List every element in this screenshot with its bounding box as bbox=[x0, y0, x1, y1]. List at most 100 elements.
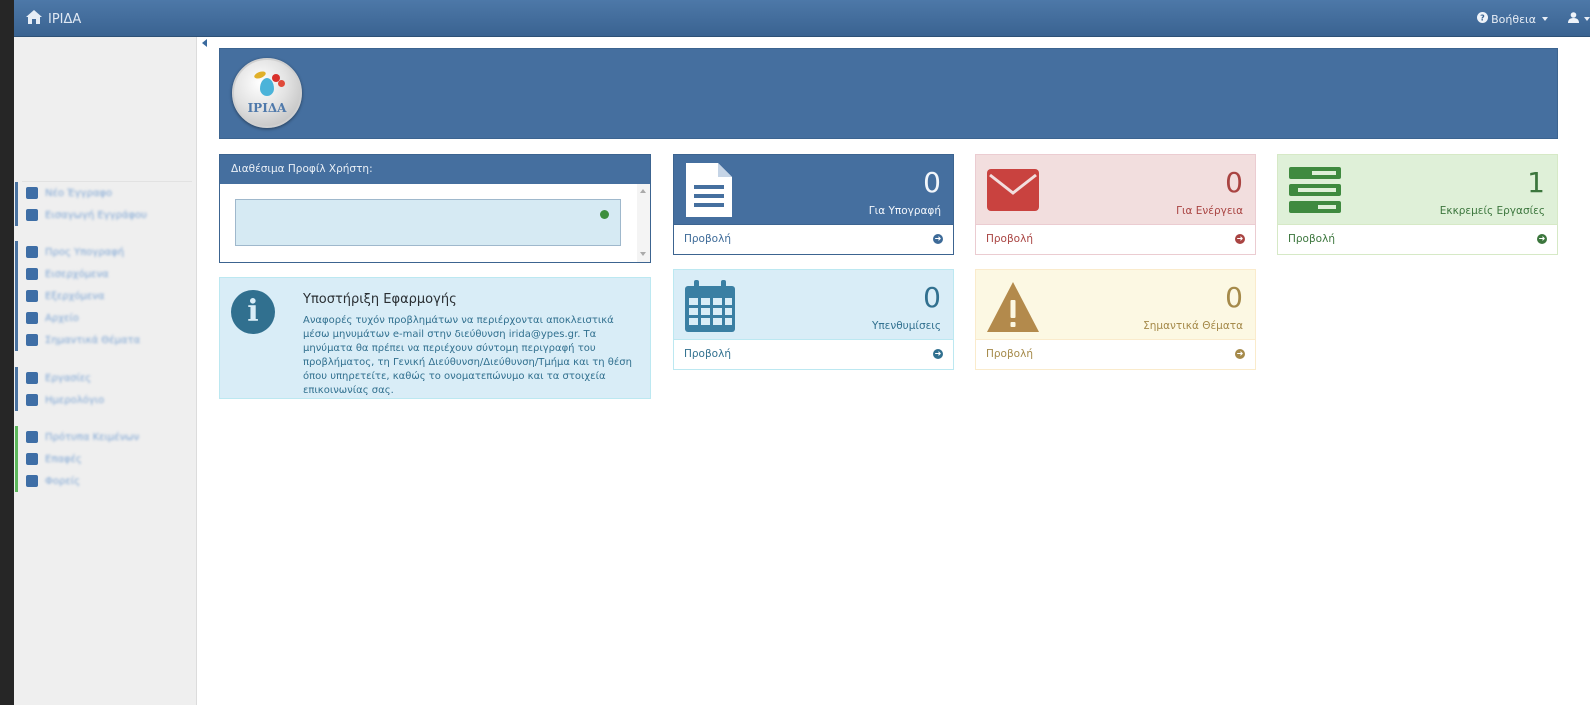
tile-count: 0 bbox=[923, 281, 941, 314]
sidebar-item-contacts[interactable]: Επαφές bbox=[14, 448, 194, 470]
contacts-icon bbox=[26, 453, 38, 465]
profile-option[interactable] bbox=[235, 199, 621, 246]
tile-for-action: 0 Για Ενέργεια Προβολή ➜ bbox=[975, 154, 1256, 255]
logo-text: ΙΡΙΔΑ bbox=[247, 101, 287, 115]
sidebar-item-label: Ημερολόγιο bbox=[45, 394, 105, 406]
envelope-icon bbox=[986, 163, 1042, 219]
active-status-icon bbox=[600, 210, 609, 219]
sidebar-item-label: Νέο Έγγραφο bbox=[45, 187, 113, 199]
sidebar-item-label: Φορείς bbox=[45, 475, 80, 487]
sidebar-item-import-document[interactable]: Εισαγωγή Εγγράφου bbox=[14, 204, 194, 226]
sidebar-item-label: Εισαγωγή Εγγράφου bbox=[45, 209, 147, 221]
header-banner: ΙΡΙΔΑ bbox=[219, 48, 1558, 139]
pencil-icon bbox=[26, 246, 38, 258]
arrow-circle-right-icon: ➜ bbox=[933, 234, 943, 244]
tile-view-link[interactable]: Προβολή ➜ bbox=[674, 339, 953, 369]
view-link-label: Προβολή bbox=[684, 233, 731, 245]
book-icon bbox=[26, 431, 38, 443]
panel-scrollbar[interactable] bbox=[637, 184, 650, 262]
sidebar-item-archive[interactable]: Αρχείο bbox=[14, 307, 194, 329]
arrow-circle-right-icon: ➜ bbox=[933, 349, 943, 359]
send-icon bbox=[26, 290, 38, 302]
tile-for-signature: 0 Για Υπογραφή Προβολή ➜ bbox=[673, 154, 954, 255]
svg-text:?: ? bbox=[1480, 14, 1485, 23]
logo-cherry-shape bbox=[278, 80, 285, 87]
tile-header: 0 Για Ενέργεια bbox=[976, 155, 1255, 226]
sidebar-item-label: Εισερχόμενα bbox=[45, 268, 109, 280]
tasks-icon bbox=[26, 372, 38, 384]
tile-header: 0 Σημαντικά Θέματα bbox=[976, 270, 1255, 341]
tile-header: 1 Εκκρεμείς Εργασίες bbox=[1278, 155, 1557, 226]
new-document-icon bbox=[26, 187, 38, 199]
info-icon: i bbox=[231, 290, 275, 334]
scroll-down-icon[interactable] bbox=[640, 252, 646, 256]
home-link[interactable]: ΙΡΙΔΑ bbox=[26, 10, 81, 28]
view-link-label: Προβολή bbox=[1288, 233, 1335, 245]
window-edge bbox=[0, 0, 14, 705]
sidebar-item-calendar[interactable]: Ημερολόγιο bbox=[14, 389, 194, 411]
calendar-icon bbox=[26, 394, 38, 406]
warning-icon bbox=[26, 334, 38, 346]
sidebar-group-resources: Πρότυπα Κειμένων Επαφές Φορείς bbox=[14, 426, 194, 492]
institution-icon bbox=[26, 475, 38, 487]
tile-reminders: 0 Υπενθυμίσεις Προβολή ➜ bbox=[673, 269, 954, 370]
arrow-circle-right-icon: ➜ bbox=[1537, 234, 1547, 244]
tile-header: 0 Για Υπογραφή bbox=[674, 155, 953, 226]
sidebar: Νέο Έγγραφο Εισαγωγή Εγγράφου Προς Υπογρ… bbox=[14, 37, 197, 705]
sidebar-collapse-icon[interactable] bbox=[202, 39, 207, 47]
sidebar-item-label: Πρότυπα Κειμένων bbox=[45, 431, 140, 443]
tile-view-link[interactable]: Προβολή ➜ bbox=[674, 224, 953, 254]
support-panel: i Υποστήριξη Εφαρμογής Αναφορές τυχόν πρ… bbox=[219, 277, 651, 399]
app-logo: ΙΡΙΔΑ bbox=[232, 58, 302, 128]
help-menu[interactable]: ? Βοήθεια bbox=[1477, 12, 1548, 26]
sidebar-item-label: Επαφές bbox=[45, 453, 82, 465]
sidebar-item-label: Εξερχόμενα bbox=[45, 290, 105, 302]
tile-label: Για Ενέργεια bbox=[1176, 205, 1243, 217]
help-label: Βοήθεια bbox=[1491, 12, 1536, 26]
sidebar-item-label: Εργασίες bbox=[45, 372, 92, 384]
tile-count: 0 bbox=[923, 166, 941, 199]
tile-pending-tasks: 1 Εκκρεμείς Εργασίες Προβολή ➜ bbox=[1277, 154, 1558, 255]
arrow-circle-right-icon: ➜ bbox=[1235, 234, 1245, 244]
scroll-up-icon[interactable] bbox=[640, 189, 646, 193]
tile-view-link[interactable]: Προβολή ➜ bbox=[976, 339, 1255, 369]
sidebar-item-templates[interactable]: Πρότυπα Κειμένων bbox=[14, 426, 194, 448]
view-link-label: Προβολή bbox=[986, 233, 1033, 245]
arrow-circle-right-icon: ➜ bbox=[1235, 349, 1245, 359]
support-text: Αναφορές τυχόν προβλημάτων να περιέρχοντ… bbox=[303, 315, 632, 396]
tile-count: 0 bbox=[1225, 166, 1243, 199]
sidebar-item-outbox[interactable]: Εξερχόμενα bbox=[14, 285, 194, 307]
panel-title: Διαθέσιμα Προφίλ Χρήστη: bbox=[220, 155, 650, 184]
tile-label: Για Υπογραφή bbox=[868, 205, 941, 217]
support-title: Υποστήριξη Εφαρμογής bbox=[303, 292, 457, 307]
user-menu[interactable] bbox=[1568, 12, 1590, 26]
app-title: ΙΡΙΔΑ bbox=[48, 11, 82, 27]
sidebar-item-label: Σημαντικά Θέματα bbox=[45, 334, 141, 346]
tile-label: Υπενθυμίσεις bbox=[871, 320, 941, 332]
sidebar-group-planning: Εργασίες Ημερολόγιο bbox=[14, 367, 194, 411]
tile-header: 0 Υπενθυμίσεις bbox=[674, 270, 953, 341]
top-navbar: ΙΡΙΔΑ ? Βοήθεια bbox=[14, 0, 1590, 37]
inbox-icon bbox=[26, 268, 38, 280]
sidebar-item-important[interactable]: Σημαντικά Θέματα bbox=[14, 329, 194, 351]
question-circle-icon: ? bbox=[1477, 12, 1489, 26]
user-profiles-panel: Διαθέσιμα Προφίλ Χρήστη: bbox=[219, 154, 651, 263]
sidebar-group-documents: Νέο Έγγραφο Εισαγωγή Εγγράφου bbox=[14, 182, 194, 226]
tile-label: Εκκρεμείς Εργασίες bbox=[1439, 205, 1545, 217]
tile-label: Σημαντικά Θέματα bbox=[1143, 320, 1243, 332]
view-link-label: Προβολή bbox=[684, 348, 731, 360]
tile-view-link[interactable]: Προβολή ➜ bbox=[1278, 224, 1557, 254]
sidebar-item-new-document[interactable]: Νέο Έγγραφο bbox=[14, 182, 194, 204]
tile-view-link[interactable]: Προβολή ➜ bbox=[976, 224, 1255, 254]
sidebar-item-institutions[interactable]: Φορείς bbox=[14, 470, 194, 492]
caret-down-icon bbox=[1542, 17, 1548, 21]
logo-drop-shape bbox=[260, 78, 274, 96]
caret-down-icon bbox=[1584, 17, 1590, 21]
sidebar-item-for-signature[interactable]: Προς Υπογραφή bbox=[14, 241, 194, 263]
sidebar-item-label: Αρχείο bbox=[45, 312, 79, 324]
sidebar-item-tasks[interactable]: Εργασίες bbox=[14, 367, 194, 389]
tile-count: 1 bbox=[1527, 166, 1545, 199]
home-icon bbox=[26, 10, 42, 28]
sidebar-item-inbox[interactable]: Εισερχόμενα bbox=[14, 263, 194, 285]
tasks-icon bbox=[1288, 163, 1344, 219]
